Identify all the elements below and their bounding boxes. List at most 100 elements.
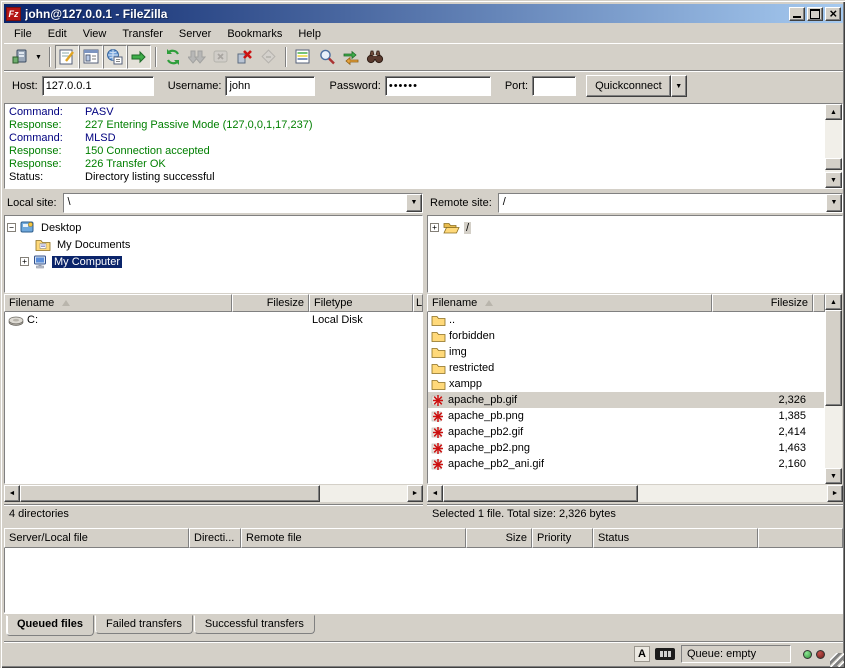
password-input[interactable] xyxy=(385,76,491,96)
scroll-up-button[interactable] xyxy=(825,294,842,310)
refresh-button[interactable] xyxy=(161,45,185,69)
tab-successful-transfers[interactable]: Successful transfers xyxy=(194,615,315,634)
file-row[interactable]: xampp xyxy=(428,376,824,392)
close-button[interactable] xyxy=(825,7,841,21)
message-log-toggle[interactable] xyxy=(55,45,79,69)
scroll-track[interactable] xyxy=(825,310,842,468)
data-type-indicator-icon[interactable]: A xyxy=(634,646,650,662)
expand-icon[interactable] xyxy=(20,257,29,266)
filter-button[interactable] xyxy=(363,45,387,69)
file-row[interactable]: apache_pb2.gif 2,414 xyxy=(428,424,824,440)
remote-list-hscrollbar[interactable] xyxy=(427,485,843,502)
reconnect-button[interactable] xyxy=(257,45,281,69)
remote-site-value[interactable]: / xyxy=(499,194,826,212)
menu-help[interactable]: Help xyxy=(290,26,329,42)
local-status-bar: 4 directories xyxy=(4,504,423,523)
file-row[interactable]: .. xyxy=(428,312,824,328)
file-row[interactable]: apache_pb2_ani.gif 2,160 xyxy=(428,456,824,472)
file-row-c-drive[interactable]: C: Local Disk xyxy=(5,312,422,328)
tree-item-my-documents[interactable]: My Documents xyxy=(7,236,420,253)
column-header-priority[interactable]: Priority xyxy=(532,528,593,548)
synchronized-browsing-button[interactable] xyxy=(339,45,363,69)
file-row[interactable]: forbidden xyxy=(428,328,824,344)
remote-list-vscrollbar[interactable] xyxy=(825,294,842,484)
tree-item-my-computer[interactable]: My Computer xyxy=(7,253,420,270)
column-header-size[interactable]: Size xyxy=(466,528,532,548)
directory-comparison-button[interactable] xyxy=(291,45,315,69)
quickconnect-dropdown[interactable] xyxy=(671,75,687,97)
scroll-left-button[interactable] xyxy=(427,485,443,502)
speed-limit-indicator-icon[interactable] xyxy=(655,648,675,660)
menu-bookmarks[interactable]: Bookmarks xyxy=(219,26,290,42)
site-manager-button[interactable] xyxy=(8,45,32,69)
log-line-label: Response: xyxy=(9,119,85,132)
local-site-value[interactable]: \ xyxy=(64,194,406,212)
column-header-filesize[interactable]: Filesize xyxy=(232,294,309,312)
scroll-up-button[interactable] xyxy=(825,104,842,120)
resize-grip[interactable] xyxy=(830,653,844,667)
scroll-track[interactable] xyxy=(443,485,827,502)
file-row[interactable]: restricted xyxy=(428,360,824,376)
scroll-right-button[interactable] xyxy=(407,485,423,502)
menu-view[interactable]: View xyxy=(75,26,115,42)
maximize-button[interactable] xyxy=(807,7,823,21)
column-header-lastmodified[interactable]: L xyxy=(413,294,423,312)
column-header-direction[interactable]: Directi... xyxy=(189,528,241,548)
log-scrollbar[interactable] xyxy=(825,104,842,188)
scroll-thumb[interactable] xyxy=(20,485,320,502)
chevron-down-icon[interactable] xyxy=(826,194,842,212)
username-input[interactable] xyxy=(225,76,315,96)
file-row[interactable]: apache_pb2.png 1,463 xyxy=(428,440,824,456)
tab-failed-transfers[interactable]: Failed transfers xyxy=(95,615,193,634)
transfer-queue-toggle[interactable] xyxy=(127,45,151,69)
column-header-remote-file[interactable]: Remote file xyxy=(241,528,466,548)
scroll-thumb[interactable] xyxy=(825,158,842,170)
expand-icon[interactable] xyxy=(430,223,439,232)
pane-splitter[interactable] xyxy=(423,192,427,523)
menu-file[interactable]: File xyxy=(6,26,40,42)
chevron-down-icon[interactable] xyxy=(406,194,422,212)
menu-edit[interactable]: Edit xyxy=(40,26,75,42)
column-label: Filesize xyxy=(267,297,304,309)
disconnect-button[interactable] xyxy=(233,45,257,69)
local-treeview-toggle[interactable] xyxy=(79,45,103,69)
scroll-right-button[interactable] xyxy=(827,485,843,502)
remote-site-combobox[interactable]: / xyxy=(498,193,843,213)
menu-transfer[interactable]: Transfer xyxy=(114,26,171,42)
column-header-filesize[interactable]: Filesize xyxy=(712,294,813,312)
scroll-track[interactable] xyxy=(20,485,407,502)
column-header-filename[interactable]: Filename xyxy=(427,294,712,312)
scroll-down-button[interactable] xyxy=(825,172,842,188)
local-list-hscrollbar[interactable] xyxy=(4,485,423,502)
file-row[interactable]: img xyxy=(428,344,824,360)
column-header-status[interactable]: Status xyxy=(593,528,758,548)
remote-treeview-icon xyxy=(106,48,124,66)
quickconnect-button[interactable]: Quickconnect xyxy=(586,75,671,97)
scroll-thumb[interactable] xyxy=(443,485,638,502)
local-site-combobox[interactable]: \ xyxy=(63,193,423,213)
host-input[interactable] xyxy=(42,76,154,96)
collapse-icon[interactable] xyxy=(7,223,16,232)
minimize-button[interactable] xyxy=(789,7,805,21)
file-row[interactable]: apache_pb.png 1,385 xyxy=(428,408,824,424)
process-queue-button[interactable] xyxy=(185,45,209,69)
tree-item-desktop[interactable]: Desktop xyxy=(7,219,420,236)
folder-icon xyxy=(431,378,446,390)
menu-server[interactable]: Server xyxy=(171,26,219,42)
scroll-track[interactable] xyxy=(825,120,842,172)
file-row-selected[interactable]: apache_pb.gif 2,326 xyxy=(428,392,824,408)
column-header-filetype[interactable]: Filetype xyxy=(309,294,413,312)
remote-treeview-toggle[interactable] xyxy=(103,45,127,69)
port-input[interactable] xyxy=(532,76,576,96)
site-manager-dropdown[interactable] xyxy=(32,45,45,69)
tree-item-root[interactable]: / xyxy=(430,219,840,236)
cancel-operation-button[interactable] xyxy=(209,45,233,69)
find-files-button[interactable] xyxy=(315,45,339,69)
tab-queued-files[interactable]: Queued files xyxy=(6,615,94,636)
column-header-server-local-file[interactable]: Server/Local file xyxy=(4,528,189,548)
scroll-down-button[interactable] xyxy=(825,468,842,484)
file-size-cell: 2,326 xyxy=(712,394,812,406)
scroll-thumb[interactable] xyxy=(825,310,842,406)
column-header-filename[interactable]: Filename xyxy=(4,294,232,312)
scroll-left-button[interactable] xyxy=(4,485,20,502)
